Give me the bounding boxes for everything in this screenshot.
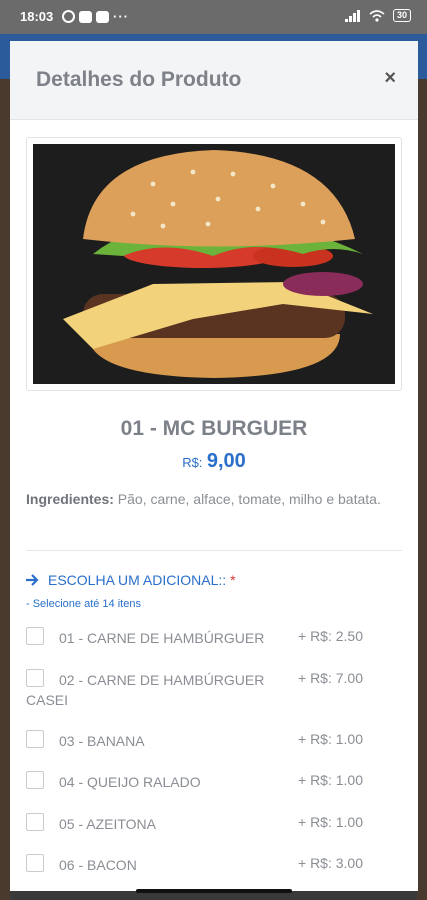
notification-icons: ··· <box>62 9 129 24</box>
addon-label: 05 - AZEITONA <box>59 816 156 832</box>
modal-header: Detalhes do Produto × <box>10 41 418 120</box>
addon-checkbox[interactable] <box>26 627 44 645</box>
home-indicator[interactable] <box>136 889 292 893</box>
addon-checkbox[interactable] <box>26 813 44 831</box>
addon-price: + R$: 1.00 <box>298 731 363 747</box>
ingredients-list: Pão, carne, alface, tomate, milho e bata… <box>117 491 381 507</box>
addon-label: 06 - BACON <box>59 857 137 873</box>
addon-label: 01 - CARNE DE HAMBÚRGUER <box>59 630 265 646</box>
addon-checkbox[interactable] <box>26 854 44 872</box>
youtube-icon <box>79 10 92 23</box>
addon-label: 03 - BANANA <box>59 733 145 749</box>
addon-label: 04 - QUEIJO RALADO <box>59 774 201 790</box>
whatsapp-icon <box>62 10 75 23</box>
signal-icon <box>344 9 360 22</box>
addon-price: + R$: 2.50 <box>298 628 363 644</box>
status-bar: 18:03 ··· 30 <box>0 0 427 34</box>
addon-section-title: ESCOLHA UM ADICIONAL:: * <box>26 572 236 588</box>
addon-price: + R$: 1.00 <box>298 814 363 830</box>
battery-icon: 30 <box>392 9 411 22</box>
background-left-edge <box>0 79 10 900</box>
addon-checkbox[interactable] <box>26 771 44 789</box>
product-image <box>33 144 395 384</box>
price-value: 9,00 <box>206 450 246 472</box>
status-time: 18:03 <box>20 9 54 24</box>
product-details-modal: Detalhes do Produto × 01 - MC BURGUER R$… <box>10 41 418 891</box>
product-price: R$: 9,00 <box>10 450 418 473</box>
addon-label: 02 - CARNE DE HAMBÚRGUER CASEI <box>26 672 265 708</box>
product-name: 01 - MC BURGUER <box>120 417 308 440</box>
addon-limit-hint: - Selecione até 14 itens <box>26 598 141 610</box>
background-right-edge <box>417 79 427 900</box>
addon-price: + R$: 1.00 <box>298 772 363 788</box>
price-currency: R$: <box>182 455 203 470</box>
product-image-frame <box>26 137 402 391</box>
addon-price: + R$: 7.00 <box>298 670 363 686</box>
section-divider <box>26 550 402 551</box>
addon-checkbox[interactable] <box>26 730 44 748</box>
ingredients-text: Ingredientes: Pão, carne, alface, tomate… <box>26 489 402 510</box>
required-mark: * <box>230 572 236 588</box>
youtube-icon-2 <box>96 10 109 23</box>
arrow-right-icon <box>26 574 39 586</box>
more-notifications-icon: ··· <box>113 9 129 24</box>
modal-title: Detalhes do Produto <box>36 68 242 91</box>
addon-price: + R$: 3.00 <box>298 855 363 871</box>
close-button[interactable]: × <box>384 67 396 90</box>
addon-title-text: ESCOLHA UM ADICIONAL:: <box>48 572 227 588</box>
ingredients-label: Ingredientes: <box>26 491 114 507</box>
wifi-icon <box>369 9 385 22</box>
